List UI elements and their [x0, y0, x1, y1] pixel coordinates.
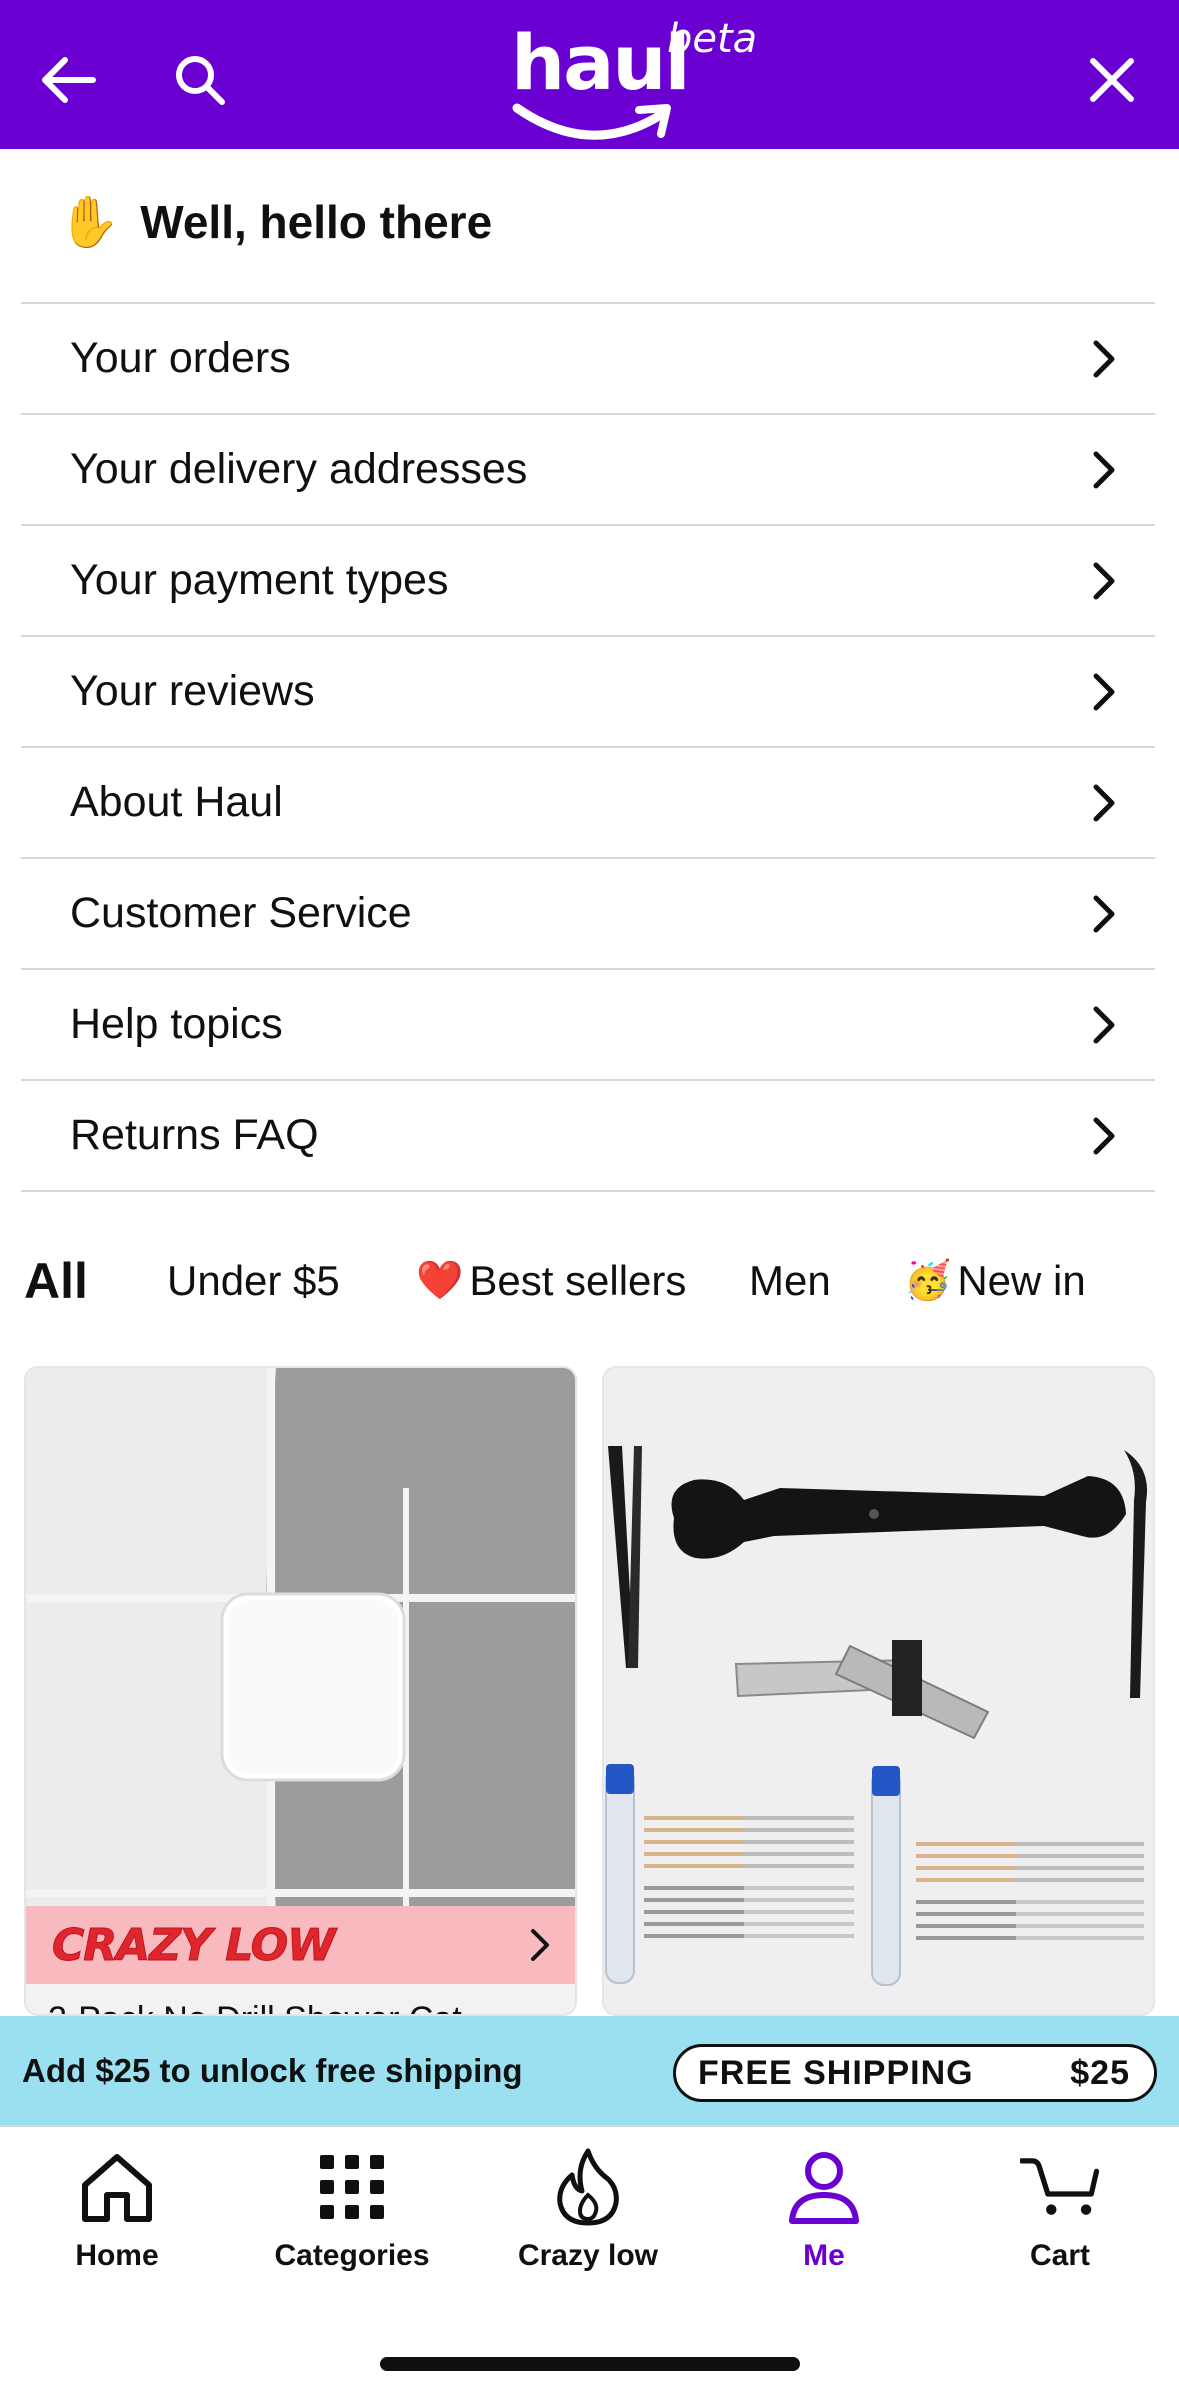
chevron-right-icon	[1093, 340, 1115, 377]
grid-icon	[320, 2155, 384, 2219]
logo-beta-badge: beta	[667, 16, 758, 62]
home-icon	[82, 2154, 152, 2222]
close-button[interactable]	[1072, 40, 1152, 120]
nav-label: Me	[803, 2239, 845, 2272]
nav-label: Categories	[274, 2239, 430, 2272]
menu-item-reviews[interactable]: Your reviews	[21, 637, 1155, 748]
menu-item-label: Customer Service	[70, 889, 412, 937]
haul-logo: haul beta	[505, 14, 758, 144]
logo-smile-icon	[512, 103, 671, 140]
search-button[interactable]	[160, 40, 240, 120]
logo-text: haul	[511, 18, 691, 107]
back-button[interactable]	[27, 40, 107, 120]
nav-home[interactable]: Home	[17, 2147, 217, 2287]
menu-item-help-topics[interactable]: Help topics	[21, 970, 1155, 1081]
filter-tabs: All Under $5 ❤️ Best sellers Men 🥳 New i…	[0, 1245, 1179, 1317]
product-title: 2-Pack No Drill Shower Cat...	[48, 2000, 490, 2014]
crazy-low-label: CRAZY LOW	[52, 1919, 337, 1971]
home-indicator[interactable]	[380, 2357, 800, 2371]
nav-me[interactable]: Me	[724, 2147, 924, 2287]
cart-icon	[1020, 2158, 1100, 2215]
greeting: ✋ Well, hello there	[58, 195, 492, 249]
product-image	[26, 1368, 575, 1908]
product-card[interactable]: CRAZY LOW 2-Pack No Drill Shower Cat...	[24, 1366, 577, 2016]
chevron-right-icon	[1093, 673, 1115, 710]
back-arrow-icon	[42, 57, 96, 103]
free-shipping-amount: $25	[1070, 2053, 1130, 2092]
product-image	[604, 1368, 1153, 2014]
party-face-icon: 🥳	[904, 1260, 952, 1302]
shipping-message: Add $25 to unlock free shipping	[22, 2051, 523, 2089]
close-icon	[1090, 58, 1134, 102]
tab-label: Men	[749, 1257, 831, 1304]
person-icon	[789, 2152, 859, 2224]
nav-label: Home	[75, 2239, 159, 2272]
heart-icon: ❤️	[416, 1260, 464, 1302]
menu-item-label: Your orders	[70, 334, 291, 382]
menu-item-about-haul[interactable]: About Haul	[21, 748, 1155, 859]
nav-cart[interactable]: Cart	[960, 2147, 1160, 2287]
menu-item-label: Your payment types	[70, 556, 449, 604]
tab-under-5[interactable]: Under $5	[167, 1245, 340, 1317]
chevron-right-icon	[1093, 451, 1115, 488]
nav-crazy-low[interactable]: Crazy low	[488, 2147, 688, 2287]
app-header: haul beta	[0, 0, 1179, 149]
menu-item-label: Your delivery addresses	[70, 445, 528, 493]
greeting-text: Well, hello there	[140, 196, 493, 248]
chevron-right-icon	[1093, 784, 1115, 821]
tab-men[interactable]: Men	[749, 1245, 831, 1317]
nav-categories[interactable]: Categories	[252, 2147, 452, 2287]
menu-item-label: Returns FAQ	[70, 1111, 319, 1159]
menu-item-payment-types[interactable]: Your payment types	[21, 526, 1155, 637]
free-shipping-label: FREE SHIPPING	[698, 2053, 974, 2092]
menu-item-label: Your reviews	[70, 667, 315, 715]
wave-emoji-icon: ✋	[58, 194, 121, 250]
tab-label: New in	[957, 1257, 1086, 1304]
chevron-right-icon	[1093, 1006, 1115, 1043]
crazy-low-banner[interactable]: CRAZY LOW	[26, 1906, 575, 1984]
tab-label: Under $5	[167, 1257, 340, 1304]
chevron-right-icon	[531, 1929, 549, 1961]
tab-best-sellers[interactable]: ❤️ Best sellers	[416, 1245, 686, 1317]
nav-label: Crazy low	[517, 2239, 659, 2272]
free-shipping-pill[interactable]: FREE SHIPPING $25	[673, 2044, 1157, 2102]
tab-label: Best sellers	[469, 1257, 687, 1304]
tab-new-in[interactable]: 🥳 New in	[904, 1245, 1086, 1317]
bottom-nav: Home Categories Crazy low Me Cart	[0, 2125, 1179, 2396]
tab-all[interactable]: All	[24, 1245, 88, 1317]
tab-label: All	[24, 1253, 88, 1309]
menu-item-delivery-addresses[interactable]: Your delivery addresses	[21, 415, 1155, 526]
menu-item-customer-service[interactable]: Customer Service	[21, 859, 1155, 970]
product-card[interactable]	[602, 1366, 1155, 2016]
chevron-right-icon	[1093, 562, 1115, 599]
search-icon	[176, 56, 225, 105]
menu-item-orders[interactable]: Your orders	[21, 304, 1155, 415]
menu-item-label: About Haul	[70, 778, 283, 826]
menu-item-label: Help topics	[70, 1000, 283, 1048]
free-shipping-bar: Add $25 to unlock free shipping FREE SHI…	[0, 2016, 1179, 2125]
nav-label: Cart	[1029, 2239, 1090, 2272]
chevron-right-icon	[1093, 1117, 1115, 1154]
chevron-right-icon	[1093, 895, 1115, 932]
account-menu: Your orders Your delivery addresses Your…	[21, 302, 1155, 1192]
menu-item-returns-faq[interactable]: Returns FAQ	[21, 1081, 1155, 1192]
flame-icon	[557, 2148, 619, 2226]
